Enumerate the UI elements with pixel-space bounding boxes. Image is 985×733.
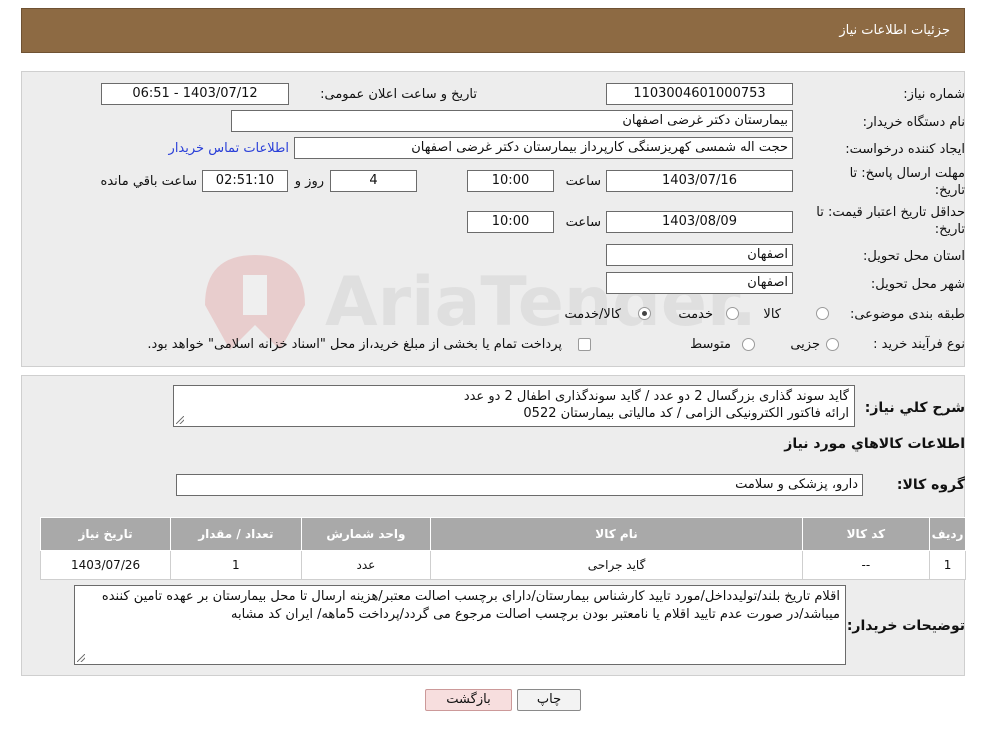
need-number-field[interactable]: 1103004601000753 [606, 83, 793, 105]
col-header-quantity: تعداد / مقدار [170, 517, 302, 551]
treasury-checkbox[interactable] [578, 338, 591, 351]
requester-field[interactable]: حجت اله شمسی کهریزسنگی کارپرداز بیمارستا… [294, 137, 793, 159]
validity-date-field[interactable]: 1403/08/09 [606, 211, 793, 233]
purchase-radio-minor[interactable] [826, 338, 839, 351]
summary-textarea[interactable]: گاید سوند گذاری بزرگسال 2 دو عدد / گاید … [173, 385, 855, 427]
remaining-time-label: ساعت باقي مانده [100, 174, 197, 189]
city-field[interactable]: اصفهان [606, 272, 793, 294]
validity-time-field[interactable]: 10:00 [467, 211, 554, 233]
page-header: جزئیات اطلاعات نیاز [21, 8, 965, 53]
province-label: استان محل تحویل: [863, 249, 965, 264]
col-header-name: نام کالا [430, 517, 803, 551]
page-title: جزئیات اطلاعات نیاز [839, 23, 950, 38]
goods-table: ردیف کد کالا نام کالا واحد شمارش تعداد /… [39, 517, 966, 580]
table-row[interactable]: 1 -- گاید جراحی عدد 1 1403/07/26 [39, 550, 966, 580]
buyer-notes-textarea[interactable]: اقلام تاریخ بلند/تولیدداخل/مورد تایید کا… [74, 585, 846, 665]
buyer-org-label: نام دستگاه خریدار: [862, 115, 965, 130]
validity-label-date: تاریخ: [934, 222, 965, 237]
purchase-option-minor: جزیی [790, 337, 820, 352]
goods-group-label: گروه کالا: [896, 477, 965, 493]
buyer-org-field[interactable]: بیمارستان دکتر غرضی اصفهان [231, 110, 793, 132]
cell-unit: عدد [300, 550, 432, 580]
back-button[interactable]: بازگشت [425, 689, 512, 711]
remaining-time-field[interactable]: 02:51:10 [202, 170, 288, 192]
category-label: طبقه بندی موضوعی: [849, 307, 965, 322]
category-radio-goods-service[interactable] [638, 307, 651, 320]
cell-code: -- [801, 550, 931, 580]
cell-need-date: 1403/07/26 [39, 550, 172, 580]
category-option-service: خدمت [678, 307, 713, 322]
requester-label: ایجاد کننده درخواست: [845, 142, 965, 157]
summary-label: شرح کلي نياز: [864, 400, 965, 416]
cell-name: گاید جراحی [430, 550, 803, 580]
summary-line-2: ارائه فاکتور الکترونیکی الزامی / کد مالی… [523, 406, 849, 421]
deadline-label-date: تاریخ: [934, 183, 965, 198]
deadline-time-label: ساعت [565, 174, 601, 189]
category-radio-service[interactable] [726, 307, 739, 320]
city-label: شهر محل تحویل: [870, 277, 965, 292]
announce-label: تاریخ و ساعت اعلان عمومی: [320, 87, 477, 102]
goods-heading: اطلاعات کالاهاي مورد نياز [784, 436, 965, 452]
province-field[interactable]: اصفهان [606, 244, 793, 266]
buyer-notes-label: توضیحات خریدار: [846, 618, 965, 634]
validity-time-label: ساعت [565, 215, 601, 230]
col-header-need-date: تاریخ نیاز [39, 517, 172, 551]
col-header-unit: واحد شمارش [300, 517, 432, 551]
summary-line-1: گاید سوند گذاری بزرگسال 2 دو عدد / گاید … [463, 389, 849, 404]
buyer-contact-link[interactable]: اطلاعات تماس خریدار [169, 141, 289, 156]
deadline-date-field[interactable]: 1403/07/16 [606, 170, 793, 192]
days-remaining-field[interactable]: 4 [330, 170, 417, 192]
category-option-goods: کالا [763, 307, 781, 322]
announce-datetime-field[interactable]: 1403/07/12 - 06:51 [101, 83, 289, 105]
need-number-label: شماره نیاز: [903, 87, 965, 102]
purchase-type-label: نوع فرآیند خرید : [873, 337, 965, 352]
cell-quantity: 1 [170, 550, 302, 580]
col-header-row-number: ردیف [929, 517, 966, 551]
goods-group-field[interactable]: دارو، پزشکی و سلامت [176, 474, 863, 496]
deadline-label: مهلت ارسال پاسخ: تا [849, 166, 965, 181]
deadline-time-field[interactable]: 10:00 [467, 170, 554, 192]
goods-table-header-row: ردیف کد کالا نام کالا واحد شمارش تعداد /… [39, 517, 966, 551]
validity-label: حداقل تاریخ اعتبار قیمت: تا [816, 205, 965, 220]
print-button[interactable]: چاپ [517, 689, 581, 711]
category-option-goods-service: کالا/خدمت [564, 307, 621, 322]
resize-grip-icon[interactable] [176, 416, 184, 424]
category-radio-goods[interactable] [816, 307, 829, 320]
cell-row-number: 1 [929, 550, 966, 580]
purchase-option-medium: متوسط [690, 337, 731, 352]
resize-grip-icon[interactable] [77, 654, 85, 662]
purchase-radio-medium[interactable] [742, 338, 755, 351]
purchase-note: پرداخت تمام یا بخشی از مبلغ خرید،از محل … [147, 337, 562, 352]
buyer-notes-text: اقلام تاریخ بلند/تولیدداخل/مورد تایید کا… [101, 589, 840, 622]
days-label: روز و [294, 174, 324, 189]
col-header-code: کد کالا [801, 517, 931, 551]
